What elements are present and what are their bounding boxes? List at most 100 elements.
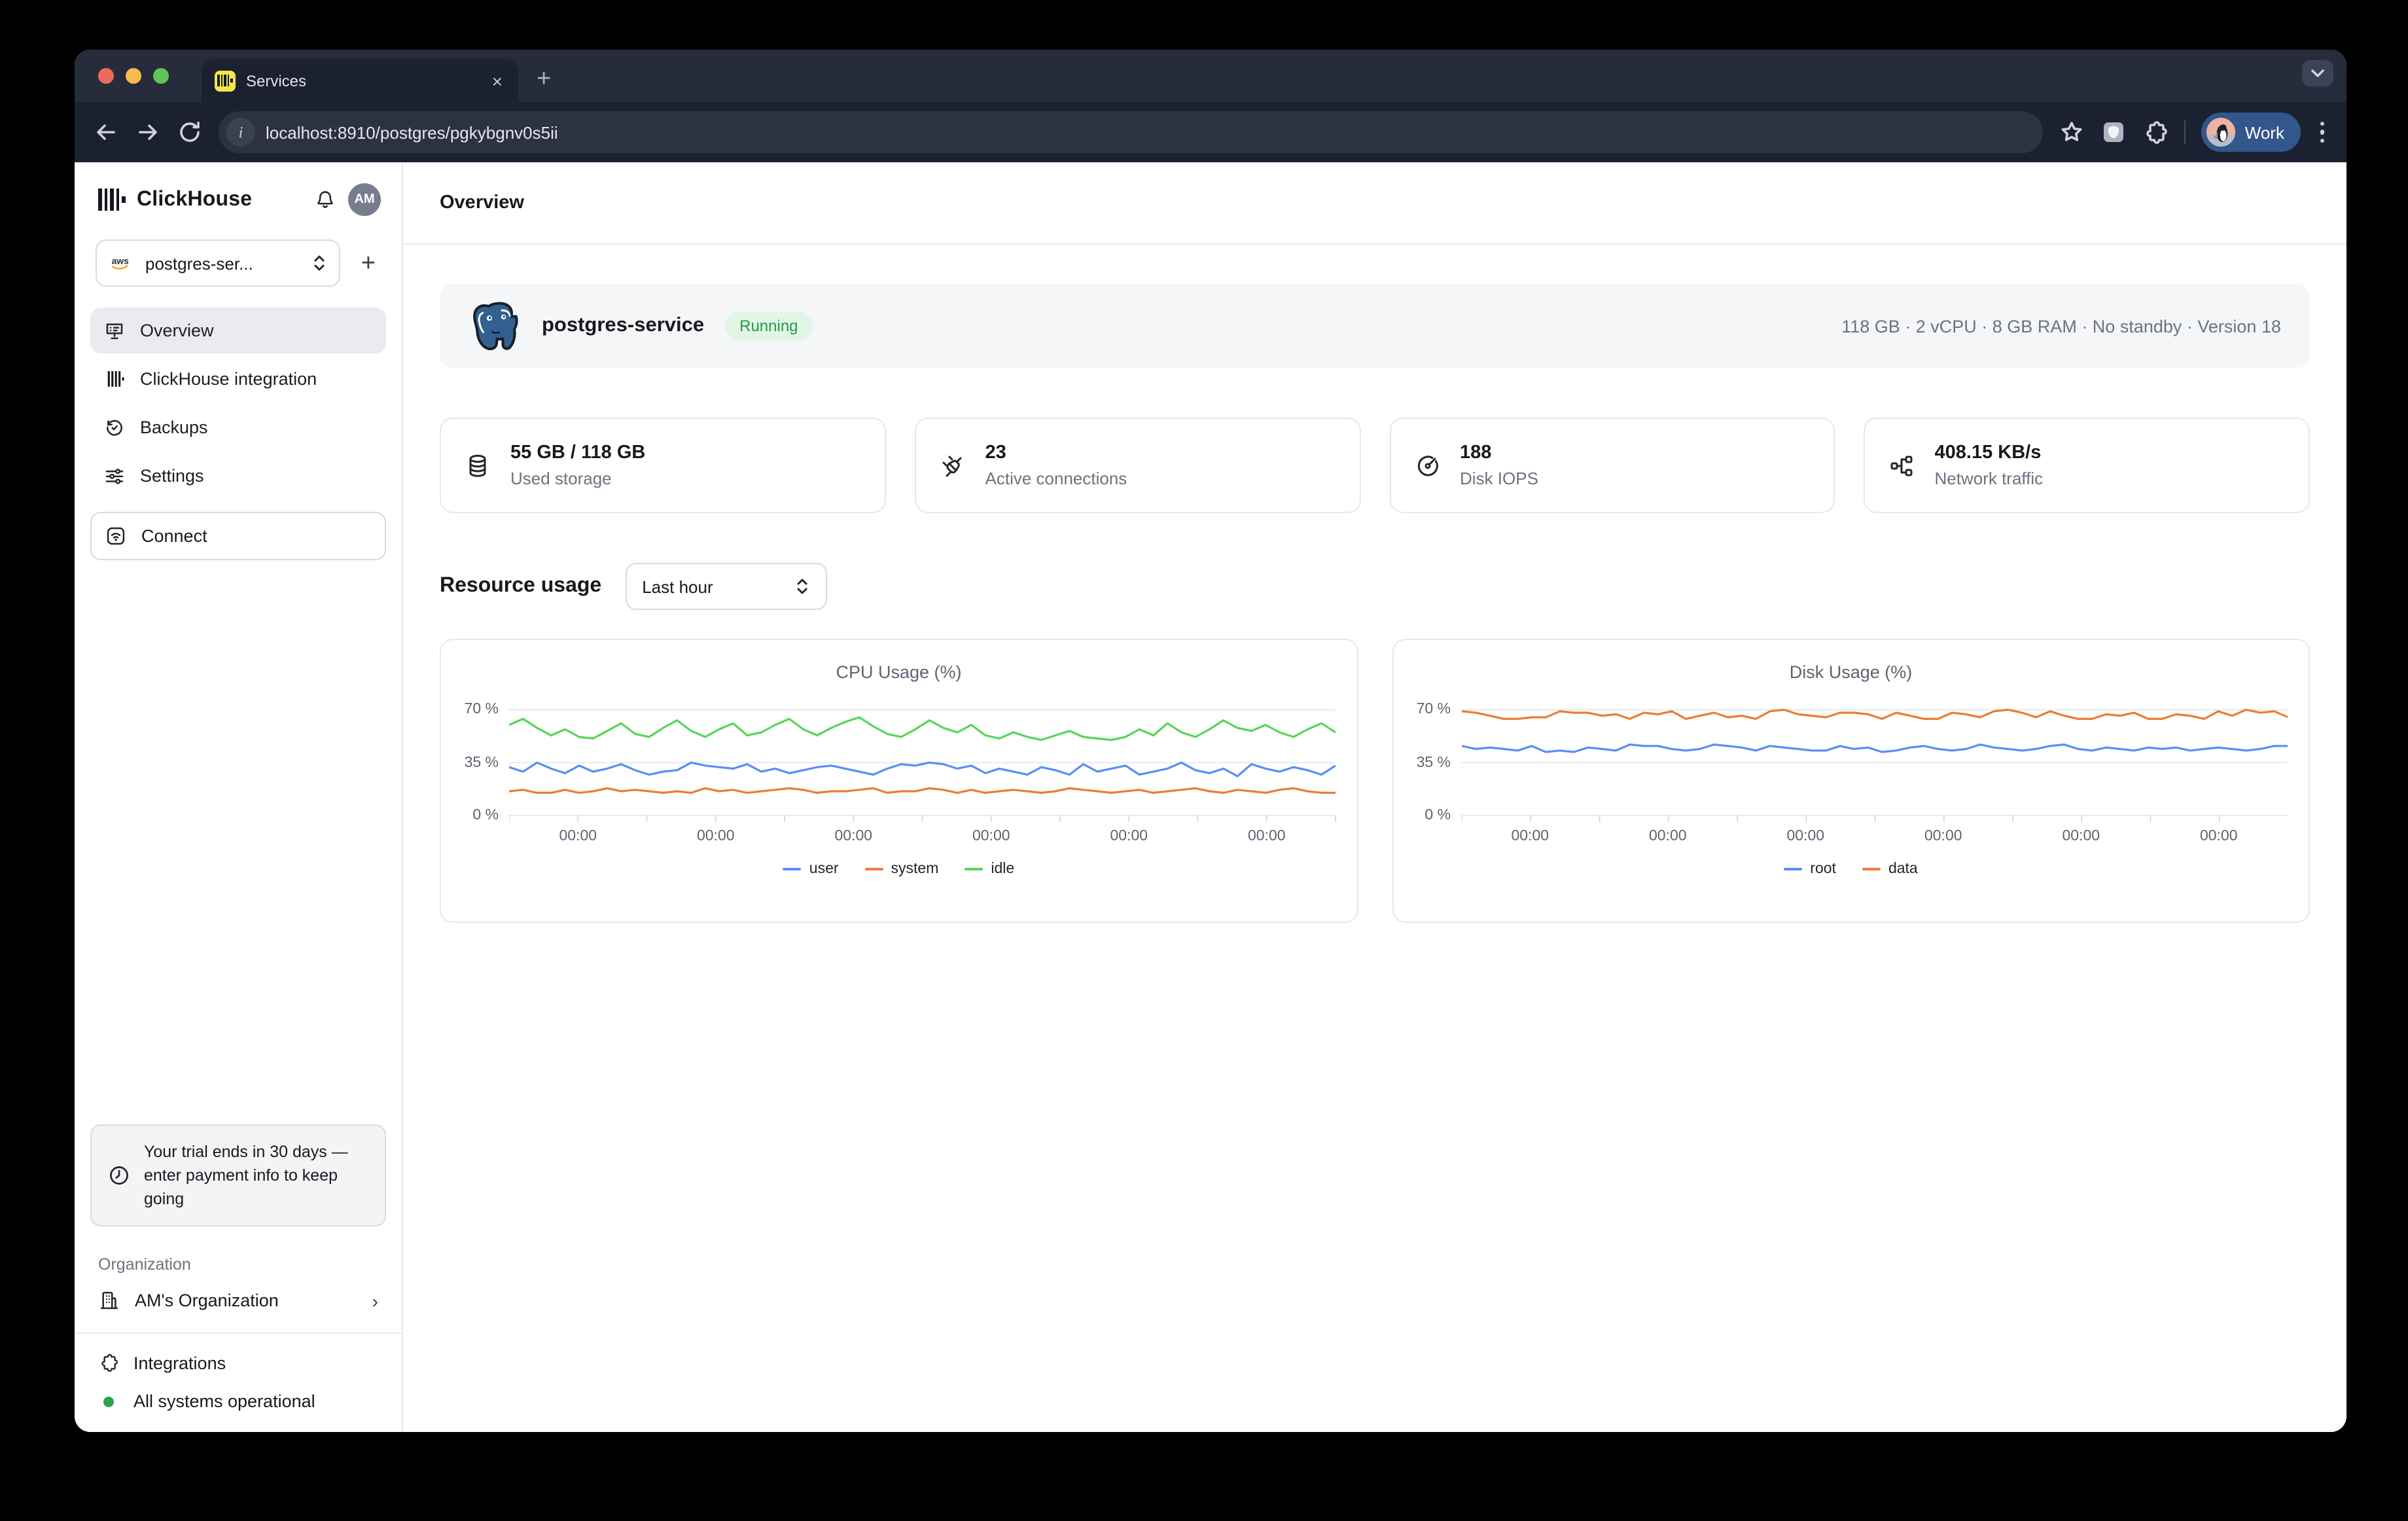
legend-swatch-icon xyxy=(865,868,883,871)
sidebar: ClickHouse AM aws postgres-ser... xyxy=(75,162,403,1432)
x-axis-tick-label: 00:00 xyxy=(1461,829,1599,844)
bookmark-star-icon[interactable] xyxy=(2059,119,2085,145)
url-bar[interactable]: i localhost:8910/postgres/pgkybgnv0s5ii xyxy=(219,111,2044,153)
clickhouse-favicon xyxy=(215,70,236,91)
sidebar-item-backups[interactable]: Backups xyxy=(90,404,386,450)
x-axis-tick-label: 00:00 xyxy=(1599,829,1737,844)
organization-label: Organization xyxy=(75,1255,402,1274)
legend-item: root xyxy=(1784,861,1836,877)
overview-board-icon xyxy=(103,319,126,342)
sidebar-item-label: ClickHouse integration xyxy=(140,369,317,389)
chart-title: Disk Usage (%) xyxy=(1393,662,2309,682)
chart-title: CPU Usage (%) xyxy=(441,662,1356,682)
tab-strip: Services × + xyxy=(75,50,2346,102)
y-axis-tick-label: 70 % xyxy=(465,702,499,717)
x-axis-tick-label: 00:00 xyxy=(1875,829,2013,844)
x-axis-tick-label: 00:00 xyxy=(1198,829,1336,844)
y-axis-tick-label: 35 % xyxy=(1417,755,1451,770)
service-selector-row: aws postgres-ser... + xyxy=(75,226,402,287)
resource-usage-row: Resource usage Last hour xyxy=(440,563,2310,610)
main-panel: Overview postgres-service Running xyxy=(403,162,2346,1432)
select-chevrons-icon xyxy=(794,577,809,596)
reload-icon[interactable] xyxy=(177,119,203,145)
chevron-right-icon: › xyxy=(372,1290,378,1311)
legend-swatch-icon xyxy=(1862,868,1881,871)
maximize-window-button[interactable] xyxy=(153,68,169,84)
shield-extension-icon[interactable] xyxy=(2101,119,2127,145)
chevron-down-icon xyxy=(2305,60,2331,86)
y-axis-tick-label: 35 % xyxy=(465,755,499,770)
x-axis-tick-label: 00:00 xyxy=(509,829,647,844)
stat-label: Disk IOPS xyxy=(1460,467,1538,490)
profile-chip[interactable]: Work xyxy=(2202,113,2300,152)
service-selector-value: postgres-ser... xyxy=(145,253,301,273)
x-axis-tick-label: 00:00 xyxy=(2150,829,2288,844)
system-status-row[interactable]: All systems operational xyxy=(98,1391,378,1411)
brand-row: ClickHouse AM xyxy=(75,162,402,226)
minimize-window-button[interactable] xyxy=(126,68,141,84)
integrations-puzzle-icon xyxy=(98,1352,119,1373)
browser-window: Services × + i localhost:8910/postgres/p… xyxy=(75,50,2346,1432)
extensions-puzzle-icon[interactable] xyxy=(2143,119,2169,145)
x-axis-tick-label: 00:00 xyxy=(647,829,785,844)
status-text: All systems operational xyxy=(133,1391,315,1411)
x-axis-tick-label: 00:00 xyxy=(1060,829,1198,844)
service-selector[interactable]: aws postgres-ser... xyxy=(96,240,340,287)
new-tab-button[interactable]: + xyxy=(537,65,551,94)
add-service-button[interactable]: + xyxy=(356,251,381,276)
x-axis-tick-label: 00:00 xyxy=(1737,829,1875,844)
tab-search-button[interactable] xyxy=(2302,60,2333,86)
trial-notice-text: Your trial ends in 30 days — enter payme… xyxy=(144,1139,369,1211)
service-hero-card: postgres-service Running 118 GB · 2 vCPU… xyxy=(440,284,2310,368)
disk-usage-chart-card: Disk Usage (%) 70 %35 %0 % 00:0000:0000:… xyxy=(1392,639,2310,923)
x-axis-tick-label: 00:00 xyxy=(923,829,1061,844)
forward-icon[interactable] xyxy=(135,119,161,145)
stat-value: 23 xyxy=(985,440,1127,467)
database-icon xyxy=(465,452,491,478)
stat-card-network: 408.15 KB/s Network traffic xyxy=(1864,418,2311,513)
window-controls[interactable] xyxy=(98,68,169,84)
stat-label: Network traffic xyxy=(1935,467,2044,490)
time-range-value: Last hour xyxy=(642,577,713,596)
browser-menu-icon[interactable] xyxy=(2316,122,2328,143)
legend-item: user xyxy=(783,861,839,877)
resource-usage-title: Resource usage xyxy=(440,575,601,598)
close-window-button[interactable] xyxy=(98,68,114,84)
sidebar-item-clickhouse-integration[interactable]: ClickHouse integration xyxy=(90,356,386,402)
legend-item: idle xyxy=(965,861,1014,877)
time-range-select[interactable]: Last hour xyxy=(625,563,826,610)
chart-legend: rootdata xyxy=(1393,861,2309,877)
page-content: postgres-service Running 118 GB · 2 vCPU… xyxy=(403,245,2346,1432)
tab-close-icon[interactable]: × xyxy=(489,71,505,90)
connect-button[interactable]: Connect xyxy=(90,512,386,560)
sidebar-item-label: Backups xyxy=(140,418,208,437)
plug-icon xyxy=(940,452,966,478)
sidebar-item-overview[interactable]: Overview xyxy=(90,308,386,353)
service-name: postgres-service xyxy=(542,314,704,338)
cpu-usage-chart-card: CPU Usage (%) 70 %35 %0 % 00:0000:0000:0… xyxy=(440,639,1358,923)
organization-row[interactable]: AM's Organization › xyxy=(75,1289,402,1312)
connect-icon xyxy=(105,525,127,547)
notifications-bell-icon[interactable] xyxy=(314,188,336,211)
stat-value: 408.15 KB/s xyxy=(1935,440,2044,467)
integrations-link[interactable]: Integrations xyxy=(98,1352,378,1373)
disk-usage-chart xyxy=(1461,698,2288,823)
svg-text:aws: aws xyxy=(112,256,129,266)
x-axis-tick-label: 00:00 xyxy=(2012,829,2150,844)
user-avatar[interactable]: AM xyxy=(348,183,381,216)
profile-label: Work xyxy=(2245,122,2284,142)
back-icon[interactable] xyxy=(93,119,119,145)
url-text: localhost:8910/postgres/pgkybgnv0s5ii xyxy=(266,122,558,142)
sidebar-item-settings[interactable]: Settings xyxy=(90,453,386,499)
site-info-icon[interactable]: i xyxy=(226,118,255,147)
y-axis-tick-label: 0 % xyxy=(1425,808,1451,823)
toolbar-divider xyxy=(2185,120,2186,144)
browser-toolbar: i localhost:8910/postgres/pgkybgnv0s5ii xyxy=(75,102,2346,162)
stat-label: Active connections xyxy=(985,467,1127,490)
backup-history-icon xyxy=(103,416,126,438)
tab-services[interactable]: Services × xyxy=(202,59,518,102)
select-chevrons-icon xyxy=(311,254,327,272)
settings-sliders-icon xyxy=(103,465,126,487)
service-specs: 118 GB · 2 vCPU · 8 GB RAM · No standby … xyxy=(1841,316,2281,336)
organization-name: AM's Organization xyxy=(135,1291,358,1310)
